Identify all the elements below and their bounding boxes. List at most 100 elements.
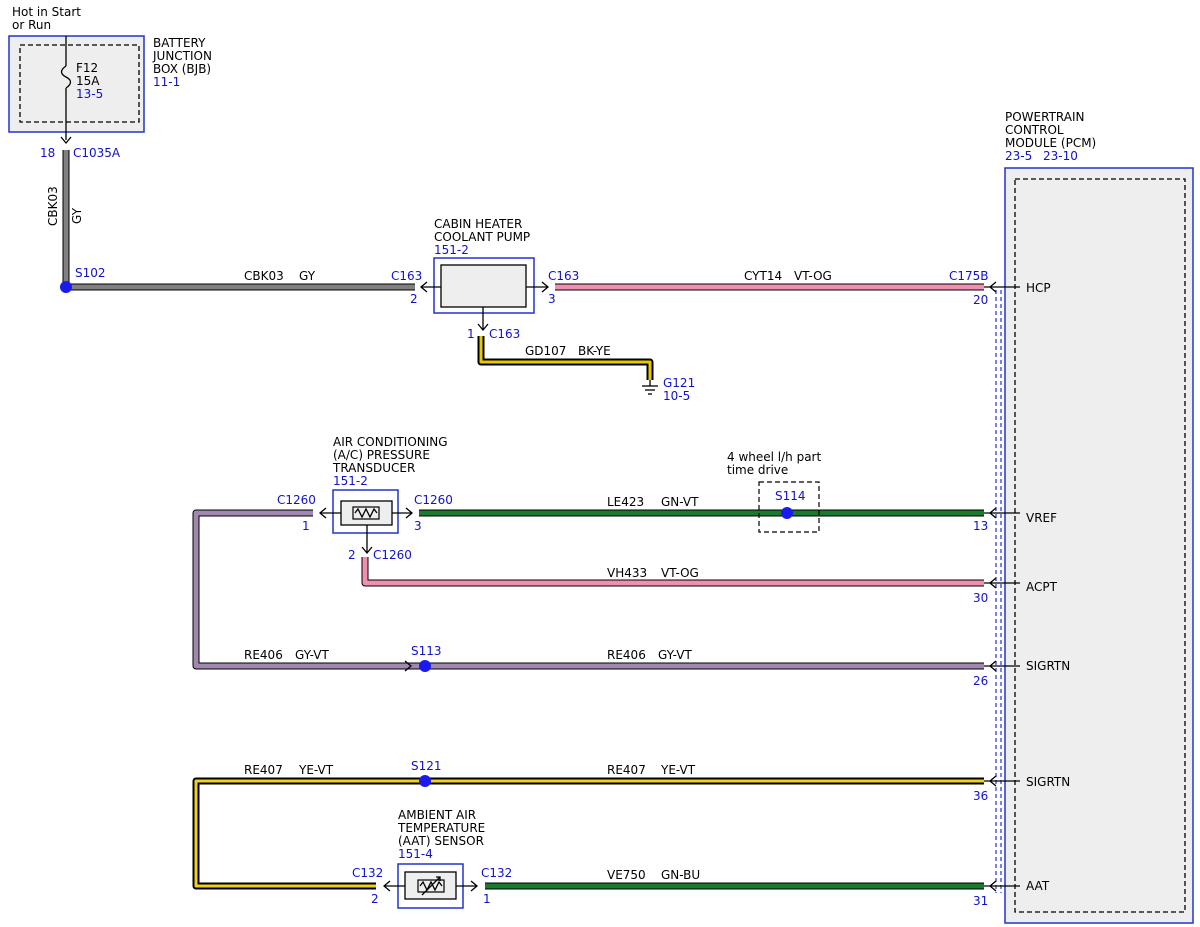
battery-junction-box[interactable]: BATTERY JUNCTION BOX (BJB) 11-1 F12 15A … [8,35,212,160]
pin-number: 30 [973,591,988,605]
pump-name-line2: COOLANT PUMP [434,230,530,244]
pin-signal: SIGRTN [1026,659,1070,673]
wire-vh433-circuit: VH433 [607,566,647,580]
wire-cbk03[interactable]: CBK03 GY [66,269,415,291]
pump-bottom-pin: 1 [467,327,475,341]
wire-re407-left-circuit: RE407 [244,763,283,777]
aat-name-line1: AMBIENT AIR [398,808,476,822]
power-source-line2: or Run [12,18,51,32]
wire-cbk03-color: GY [299,269,316,283]
splice-s121[interactable] [419,775,431,787]
power-source-line1: Hot in Start [12,5,81,19]
pin-number: 20 [973,293,988,307]
wire-re406-left-circuit: RE406 [244,648,283,662]
pin-number: 31 [973,894,988,908]
ac-left-connector: C1260 [277,493,316,507]
wire-re406-right-color: GY-VT [658,648,692,662]
ac-name-line1: AIR CONDITIONING [333,435,448,449]
wire-gd107[interactable]: GD107 BK-YE [477,336,654,380]
aat-left-pin: 2 [371,892,379,906]
wire-le423-color: GN-VT [661,495,699,509]
wire-re406[interactable]: RE406 GY-VT RE406 GY-VT [192,509,984,672]
wire-outline [477,336,654,380]
splice-s114-label: S114 [775,489,806,503]
ground-ref[interactable]: 10-5 [663,389,690,403]
splice-s102[interactable] [60,281,72,293]
pin-number: 13 [973,519,988,533]
wire-core [193,510,984,669]
wire-cbk03-vertical-color: GY [70,207,84,224]
bjb-name-line2: JUNCTION [152,49,212,63]
pump-right-pin: 3 [548,292,556,306]
bjb-ref[interactable]: 11-1 [153,75,180,89]
wire-re407[interactable]: RE407 YE-VT RE407 YE-VT [192,763,984,890]
pcm-ref2[interactable]: 23-10 [1043,149,1078,163]
aat-name-line3: (AAT) SENSOR [398,834,484,848]
ac-name-line3: TRANSDUCER [332,461,415,475]
ac-left-pin: 1 [302,519,310,533]
option-box-4wd[interactable]: 4 wheel l/h part time drive S114 [727,450,821,533]
ac-right-pin: 3 [414,519,422,533]
splice-s102-label: S102 [75,266,106,280]
pump-right-connector: C163 [548,269,579,283]
fuse-name: F12 [76,61,98,75]
pump-bottom-connector: C163 [489,327,520,341]
bjb-name-line1: BATTERY [153,36,206,50]
wire-re406-right-circuit: RE406 [607,648,646,662]
aat-right-pin: 1 [483,892,491,906]
aat-right-connector: C132 [481,866,512,880]
wire-re407-right-color: YE-VT [660,763,696,777]
splice-s114[interactable] [781,507,793,519]
pump-body [440,264,527,308]
wire-ve750-circuit: VE750 [607,868,646,882]
pcm-ref1[interactable]: 23-5 [1005,149,1032,163]
ac-bottom-pin: 2 [348,548,356,562]
wire-le423-circuit: LE423 [607,495,644,509]
ground-g121[interactable]: G121 10-5 [642,376,695,403]
option-label-line1: 4 wheel l/h part [727,450,821,464]
wire-cbk03-circuit: CBK03 [244,269,284,283]
pump-left-connector: C163 [391,269,422,283]
pin-signal: VREF [1026,511,1057,525]
pin-number: 36 [973,789,988,803]
wire-vh433-color: VT-OG [661,566,699,580]
pcm-name-line3: MODULE (PCM) [1005,136,1096,150]
wire-cyt14[interactable]: CYT14 VT-OG [555,269,984,291]
fuse-ref[interactable]: 13-5 [76,87,103,101]
option-label-line2: time drive [727,463,788,477]
aat-sensor[interactable]: AMBIENT AIR TEMPERATURE (AAT) SENSOR 151… [352,808,512,909]
aat-ref[interactable]: 151-4 [398,847,433,861]
aat-name-line2: TEMPERATURE [397,821,485,835]
wire-core [194,779,984,888]
ac-ref[interactable]: 151-2 [333,474,368,488]
wire-re406-left-color: GY-VT [295,648,329,662]
wire-outline [192,509,984,670]
pcm-name-line2: CONTROL [1005,123,1064,137]
bjb-pin: 18 [40,146,55,160]
pin-number: 26 [973,674,988,688]
wire-core [479,336,652,380]
wire-re407-left-color: YE-VT [298,763,334,777]
wiring-diagram: Hot in Start or Run BATTERY JUNCTION BOX… [8,5,1194,924]
wire-le423[interactable]: LE423 GN-VT [419,495,984,517]
fuse-rating: 15A [76,74,100,88]
ground-name: G121 [663,376,695,390]
ac-right-connector: C1260 [414,493,453,507]
ac-pressure-transducer[interactable]: AIR CONDITIONING (A/C) PRESSURE TRANSDUC… [277,435,453,562]
pump-ref[interactable]: 151-2 [434,243,469,257]
bjb-connector: C1035A [73,146,121,160]
wire-cyt14-color: VT-OG [794,269,832,283]
splice-s113[interactable] [419,660,431,672]
aat-left-connector: C132 [352,866,383,880]
pin-signal: SIGRTN [1026,775,1070,789]
wire-ve750-color: GN-BU [661,868,700,882]
wire-ve750[interactable]: VE750 GN-BU [485,868,984,890]
wire-vh433[interactable]: VH433 VT-OG [361,557,984,587]
wire-cbk03-vertical-circuit: CBK03 [46,186,60,226]
pin-signal: HCP [1026,281,1051,295]
wire-outline [192,777,984,890]
splice-s121-label: S121 [411,759,442,773]
cabin-heater-coolant-pump[interactable]: CABIN HEATER COOLANT PUMP 151-2 C163 2 C… [391,217,579,341]
wire-cyt14-circuit: CYT14 [744,269,782,283]
pin-signal: AAT [1026,879,1050,893]
